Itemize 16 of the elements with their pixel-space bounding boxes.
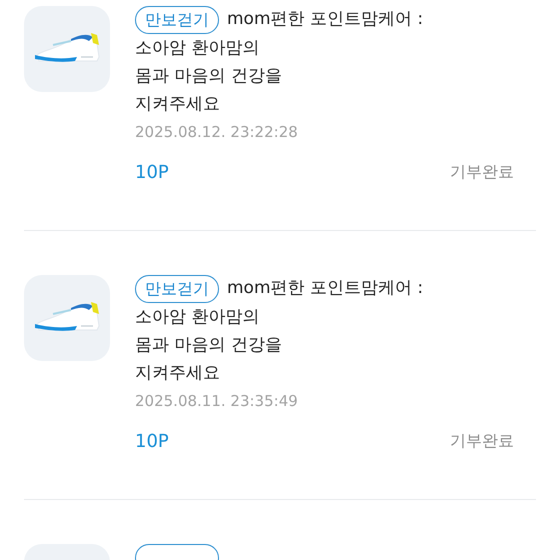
campaign-title: mom편한 포인트맘케어 :	[227, 277, 424, 300]
description-line: 소아암 환아맘의	[135, 37, 260, 60]
donation-status: 기부완료	[450, 161, 514, 183]
description-line: 지켜주세요	[135, 93, 221, 116]
timestamp: 2025.08.12. 23:22:28	[135, 122, 299, 143]
points-value: 10P	[135, 160, 169, 184]
description-line: 몸과 마음의 건강을	[135, 65, 283, 88]
category-tag: 만보걷기	[135, 6, 219, 34]
points-value: 10P	[135, 430, 169, 454]
description-line: 몸과 마음의 건강을	[135, 334, 283, 357]
timestamp: 2025.08.11. 23:35:49	[135, 391, 299, 412]
campaign-title: mom편한 포인트맘케어 :	[227, 8, 424, 32]
category-tag: 만보걷기	[135, 275, 219, 303]
description-line: 소아암 환아맘의	[135, 306, 260, 329]
description-line: 지켜주세요	[135, 362, 221, 385]
donation-status: 기부완료	[450, 430, 514, 452]
